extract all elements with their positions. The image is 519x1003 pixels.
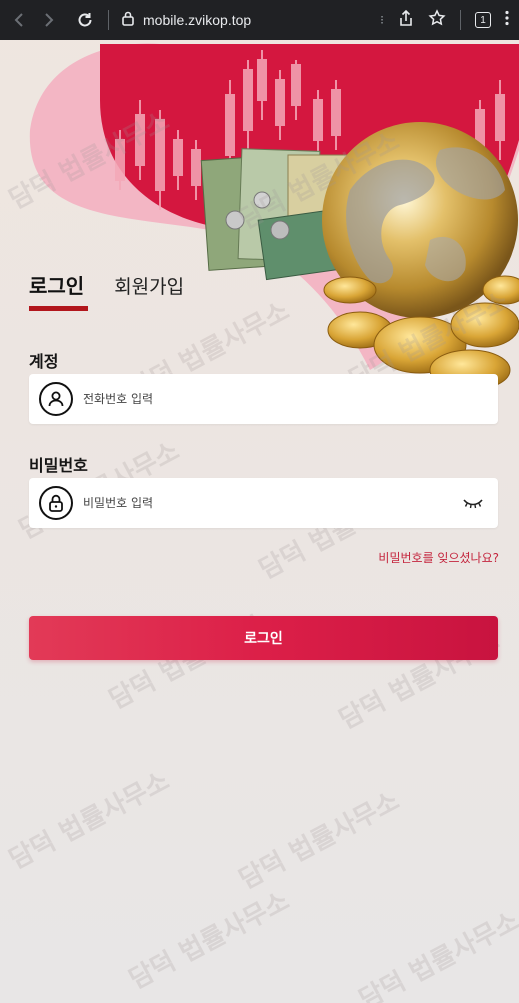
forgot-password-link[interactable]: 비밀번호를 잊으셨나요? xyxy=(378,549,499,566)
tab-signup[interactable]: 회원가입 xyxy=(114,272,184,309)
watermark-text: 담덕 법률사무소 xyxy=(124,886,295,996)
password-field[interactable] xyxy=(29,478,498,528)
more-dots-icon[interactable]: ⁝ xyxy=(380,13,384,27)
bookmark-star-icon[interactable] xyxy=(428,9,446,31)
kebab-menu-icon[interactable] xyxy=(505,10,509,30)
watermark-text: 담덕 법률사무소 xyxy=(4,766,175,876)
watermark-text: 담덕 법률사무소 xyxy=(234,786,405,896)
lock-icon xyxy=(39,486,73,520)
hero-banner xyxy=(0,40,519,390)
toolbar-divider xyxy=(108,10,109,30)
share-icon[interactable] xyxy=(398,9,414,31)
watermark-text: 담덕 법률사무소 xyxy=(354,906,519,1003)
auth-tabs: 로그인 회원가입 xyxy=(29,270,184,311)
forward-arrow-icon[interactable] xyxy=(38,9,60,31)
tab-switcher-icon[interactable]: 1 xyxy=(475,12,491,28)
password-label: 비밀번호 xyxy=(29,456,88,475)
hero-illustration xyxy=(29,43,519,390)
site-info-icon[interactable] xyxy=(121,10,135,30)
reload-icon[interactable] xyxy=(74,9,96,31)
tab-login[interactable]: 로그인 xyxy=(29,270,89,311)
toolbar-divider-2 xyxy=(460,10,461,30)
address-bar[interactable]: mobile.zvikop.top xyxy=(121,6,380,34)
phone-input[interactable] xyxy=(83,392,498,406)
login-button[interactable]: 로그인 xyxy=(29,616,498,660)
back-arrow-icon[interactable] xyxy=(8,9,30,31)
url-text[interactable]: mobile.zvikop.top xyxy=(143,12,251,28)
eye-closed-icon[interactable] xyxy=(460,495,486,511)
password-input[interactable] xyxy=(83,496,460,510)
user-icon xyxy=(39,382,73,416)
account-label: 계정 xyxy=(29,352,59,371)
account-field[interactable] xyxy=(29,374,498,424)
browser-toolbar: mobile.zvikop.top ⁝ 1 xyxy=(0,0,519,40)
